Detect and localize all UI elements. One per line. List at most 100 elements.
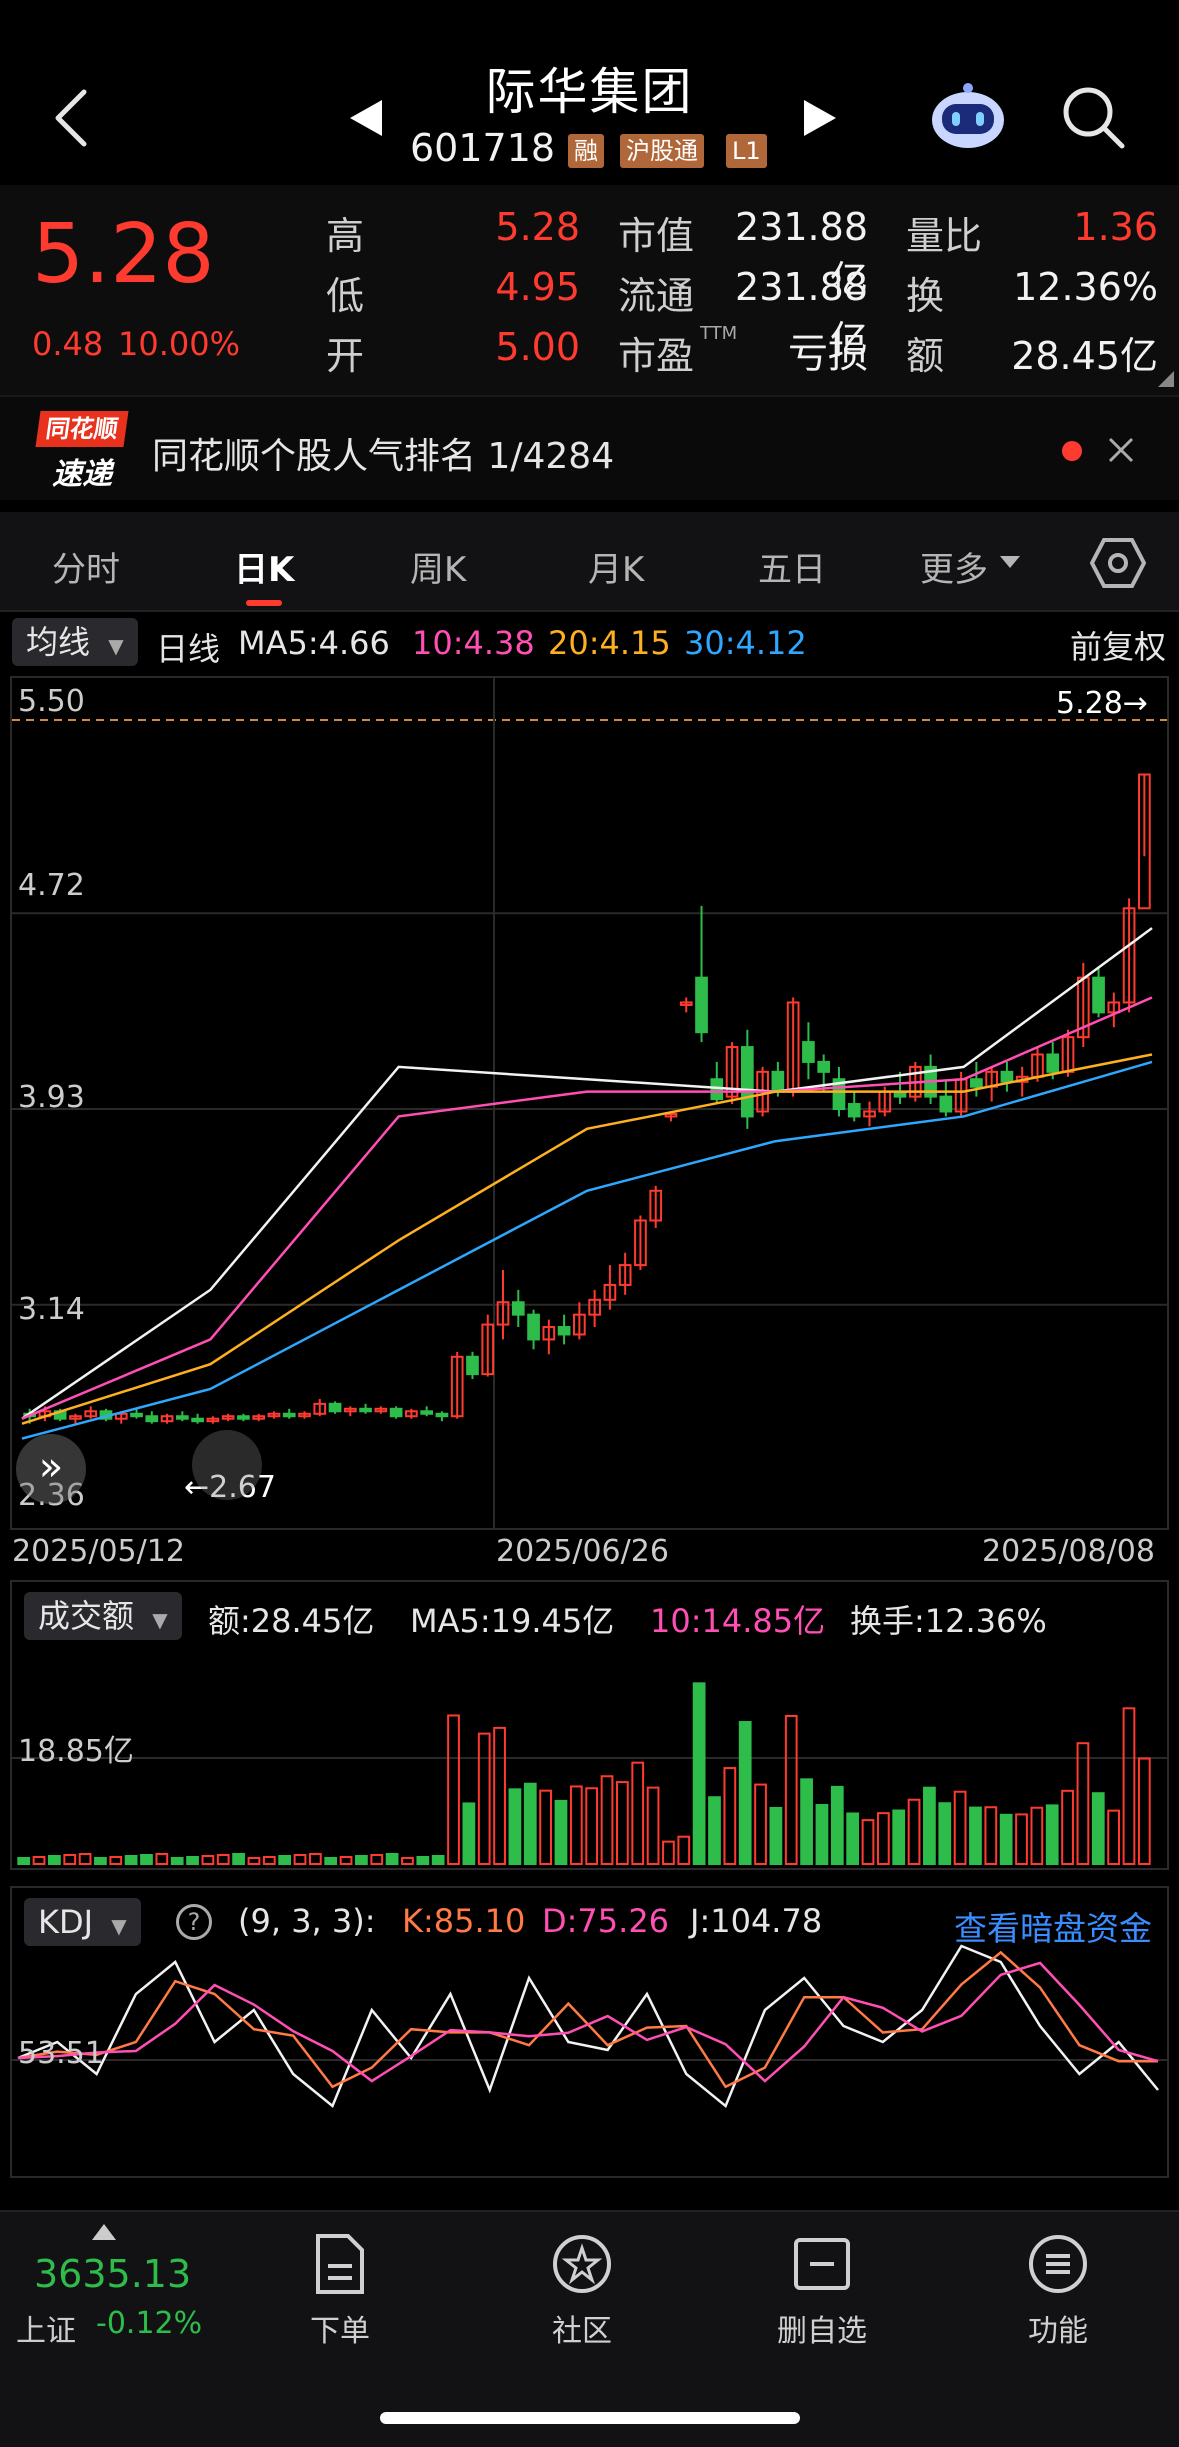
kdj-k-line <box>17 1950 1158 2089</box>
robot-assistant-icon[interactable] <box>928 80 1008 152</box>
index-widget[interactable]: 3635.13 上证 -0.12% <box>0 2212 202 2362</box>
volume-bar <box>94 1857 107 1865</box>
index-name: 上证 <box>16 2314 76 2349</box>
volratio-label: 量比 <box>906 214 983 258</box>
volume-bar <box>1091 1792 1105 1865</box>
volume-bar <box>969 1806 982 1865</box>
candle-body <box>847 1103 861 1118</box>
volume-y-label: 18.85亿 <box>18 1734 134 1769</box>
candle-body <box>389 1407 403 1418</box>
volume-bar <box>186 1856 199 1865</box>
candle-body <box>466 1355 479 1376</box>
low-value: 4.95 <box>495 265 580 309</box>
document-icon <box>316 2234 364 2294</box>
community-button[interactable]: 社区 <box>502 2232 662 2350</box>
volume-bar <box>278 1855 292 1865</box>
crosshair-toggle-icon[interactable] <box>192 1430 262 1500</box>
volume-bar <box>523 1782 537 1865</box>
popularity-bar[interactable]: 同花顺 速递 同花顺个股人气排名 1/4284 <box>0 395 1179 500</box>
pe-value: 亏损 <box>788 331 868 377</box>
date-mid: 2025/06/26 <box>496 1534 669 1569</box>
order-button[interactable]: 下单 <box>260 2232 420 2350</box>
level-tag: L1 <box>726 134 767 168</box>
price-change: 0.48 <box>32 325 104 363</box>
volume-bar <box>308 1853 322 1865</box>
dropdown-icon: ▼ <box>108 634 124 658</box>
active-tab-indicator <box>246 600 282 606</box>
volume-bar <box>769 1806 783 1865</box>
dropdown-icon[interactable] <box>1000 556 1020 570</box>
minus-box-icon <box>794 2238 850 2290</box>
high-value: 5.28 <box>495 205 580 249</box>
volume-bar <box>754 1783 767 1865</box>
volume-panel[interactable]: 成交额 ▼ 额:28.45亿 MA5:19.45亿 10:14.85亿 换手:1… <box>10 1580 1169 1870</box>
logo-top: 同花顺 <box>35 411 129 447</box>
tab-daily-k[interactable]: 日K <box>234 542 294 591</box>
volume-bar <box>677 1835 691 1865</box>
kline-panel[interactable]: 5.50 4.72 3.93 3.14 2.36 5.28→ ←2.67 » <box>10 676 1169 1530</box>
quote-panel: 5.28 0.48 10.00% 高 5.28 低 4.95 开 5.00 市值… <box>0 185 1179 395</box>
functions-button[interactable]: 功能 <box>978 2232 1138 2350</box>
candle-body <box>527 1313 540 1341</box>
y-label-top: 5.50 <box>18 684 85 719</box>
kdj-panel[interactable]: KDJ ▼ ? (9, 3, 3): K:85.10 D:75.26 J:104… <box>10 1886 1169 2178</box>
remove-watchlist-label: 删自选 <box>777 2314 867 2349</box>
volume-bar <box>477 1732 491 1865</box>
volume-chart[interactable] <box>12 1582 1167 1868</box>
tab-five-day[interactable]: 五日 <box>758 542 826 591</box>
kline-chart[interactable] <box>12 678 1167 1528</box>
volume-bar <box>216 1854 230 1865</box>
volume-bar <box>370 1854 384 1865</box>
candle-body <box>1092 976 1105 1014</box>
volume-bar <box>784 1715 798 1865</box>
candle-body <box>511 1301 525 1316</box>
index-value: 3635.13 <box>34 2252 192 2296</box>
volume-bar <box>1061 1789 1074 1865</box>
volume-bar <box>984 1806 998 1865</box>
next-stock-icon[interactable] <box>802 98 838 138</box>
connect-tag: 沪股通 <box>620 134 704 168</box>
candle-body <box>237 1415 250 1420</box>
pe-label: 市盈 <box>618 334 695 378</box>
indicator-selector[interactable]: 均线 ▼ <box>12 618 138 666</box>
adjust-mode[interactable]: 前复权 <box>1070 622 1166 668</box>
candle-body <box>145 1415 159 1423</box>
candle-body <box>328 1402 342 1413</box>
kdj-chart[interactable] <box>12 1888 1167 2176</box>
volume-bar <box>815 1804 829 1866</box>
volume-bar <box>401 1857 414 1865</box>
expand-corner-icon[interactable] <box>1158 371 1174 387</box>
stock-code: 601718 <box>410 126 556 170</box>
volume-bar <box>493 1726 506 1865</box>
remove-watchlist-button[interactable]: 删自选 <box>742 2232 902 2350</box>
volume-bar <box>569 1785 583 1865</box>
candle-body <box>695 976 708 1034</box>
volume-bar <box>232 1853 245 1865</box>
tab-intraday[interactable]: 分时 <box>52 542 120 591</box>
community-star-icon <box>553 2235 611 2293</box>
volume-bar <box>32 1856 46 1865</box>
volratio-value: 1.36 <box>1073 205 1158 249</box>
volume-bar <box>846 1812 860 1865</box>
expand-panel-icon[interactable]: » <box>16 1434 86 1504</box>
volume-bar <box>1076 1742 1090 1866</box>
close-icon[interactable] <box>1106 435 1136 465</box>
tab-weekly-k[interactable]: 周K <box>410 542 466 591</box>
tab-more[interactable]: 更多 <box>920 542 988 591</box>
ma10-value: 10:4.38 <box>412 624 535 662</box>
float-label: 流通 <box>618 274 695 318</box>
date-end: 2025/08/08 <box>982 1534 1155 1569</box>
price-change-pct: 10.00% <box>118 325 241 363</box>
candle-body <box>1046 1053 1060 1073</box>
tab-monthly-k[interactable]: 月K <box>588 542 644 591</box>
margin-tag: 融 <box>568 134 604 168</box>
ma-line-30 <box>21 1060 1153 1440</box>
volume-bar <box>48 1855 61 1865</box>
settings-hexagon-icon[interactable] <box>1090 538 1146 588</box>
volume-bar <box>355 1855 368 1865</box>
search-icon[interactable] <box>1060 84 1126 150</box>
volume-bar <box>431 1855 445 1865</box>
volume-bar <box>600 1775 614 1865</box>
volume-bar <box>447 1714 460 1865</box>
header: 际华集团 601718 融 沪股通 L1 <box>0 0 1179 185</box>
